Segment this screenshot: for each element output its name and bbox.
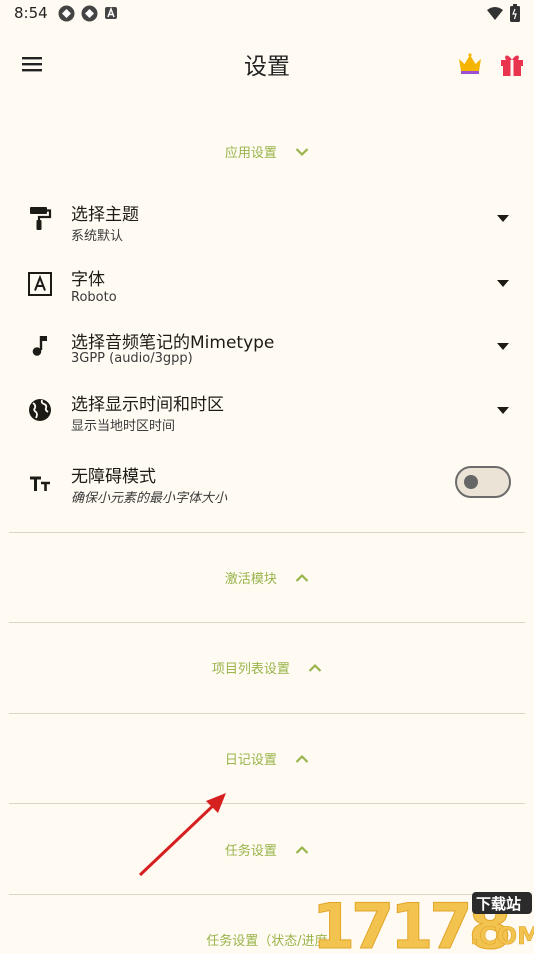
section-label: 日记设置 <box>224 753 277 768</box>
notification-app-icon <box>81 5 98 26</box>
divider <box>9 622 525 623</box>
dropdown-caret-icon <box>497 280 509 287</box>
premium-button[interactable] <box>456 50 484 78</box>
music-note-icon <box>32 336 47 356</box>
section-app-settings[interactable]: 应用设置 <box>0 142 534 161</box>
status-bar: 8:54 <box>0 0 534 28</box>
accessibility-toggle[interactable] <box>455 466 511 498</box>
setting-theme[interactable]: 选择主题 系统默认 <box>0 195 534 255</box>
chevron-down-icon <box>295 147 309 156</box>
notification-app-icon <box>58 5 75 26</box>
setting-subtitle: 确保小元素的最小字体大小 <box>71 491 228 506</box>
setting-title: 字体 <box>71 270 105 290</box>
setting-subtitle: 系统默认 <box>71 229 124 244</box>
section-label: 激活模块 <box>224 572 277 587</box>
font-icon <box>28 272 52 296</box>
watermark-logo: 17178 下载站 .COM <box>310 886 534 954</box>
setting-accessibility[interactable]: 无障碍模式 确保小元素的最小字体大小 <box>0 458 534 518</box>
setting-font[interactable]: 字体 Roboto <box>0 260 534 320</box>
notification-a-icon <box>104 5 118 26</box>
divider <box>9 803 525 804</box>
watermark-badge: 下载站 <box>476 895 521 913</box>
globe-icon <box>29 399 51 421</box>
section-label: 项目列表设置 <box>211 662 290 677</box>
section-project-list-settings[interactable]: 项目列表设置 <box>0 658 534 677</box>
gift-icon <box>501 55 523 76</box>
gift-button[interactable] <box>498 50 526 78</box>
wifi-icon <box>486 6 504 25</box>
setting-title: 选择显示时间和时区 <box>71 395 224 415</box>
status-system-icons <box>486 4 520 26</box>
chevron-up-icon <box>295 845 309 854</box>
toggle-knob <box>464 475 478 489</box>
chevron-up-icon <box>308 663 322 672</box>
status-notification-icons <box>58 5 118 26</box>
crown-icon <box>459 53 481 74</box>
section-label: 应用设置 <box>224 146 277 161</box>
setting-timezone[interactable]: 选择显示时间和时区 显示当地时区时间 <box>0 387 534 447</box>
setting-title: 选择音频笔记的Mimetype <box>71 333 275 353</box>
dropdown-caret-icon <box>497 407 509 414</box>
section-activate-modules[interactable]: 激活模块 <box>0 568 534 587</box>
section-task-settings[interactable]: 任务设置 <box>0 840 534 859</box>
chevron-up-icon <box>295 754 309 763</box>
page-title: 设置 <box>244 54 290 80</box>
setting-mimetype[interactable]: 选择音频笔记的Mimetype 3GPP (audio/3gpp) <box>0 323 534 383</box>
text-size-icon <box>30 476 50 491</box>
annotation-arrow <box>138 793 226 877</box>
setting-subtitle: 显示当地时区时间 <box>71 419 176 434</box>
watermark-suffix: .COM <box>470 922 534 950</box>
paint-roller-icon <box>30 207 52 230</box>
setting-title: 选择主题 <box>71 205 139 225</box>
chevron-up-icon <box>295 573 309 582</box>
setting-subtitle: 3GPP (audio/3gpp) <box>71 351 193 366</box>
divider <box>9 532 525 533</box>
setting-subtitle: Roboto <box>71 290 117 305</box>
divider <box>9 713 525 714</box>
status-time: 8:54 <box>14 4 48 22</box>
dropdown-caret-icon <box>497 215 509 222</box>
battery-icon <box>510 4 520 26</box>
dropdown-caret-icon <box>497 343 509 350</box>
section-diary-settings[interactable]: 日记设置 <box>0 749 534 768</box>
setting-title: 无障碍模式 <box>71 467 156 487</box>
app-bar: 设置 <box>0 34 534 94</box>
